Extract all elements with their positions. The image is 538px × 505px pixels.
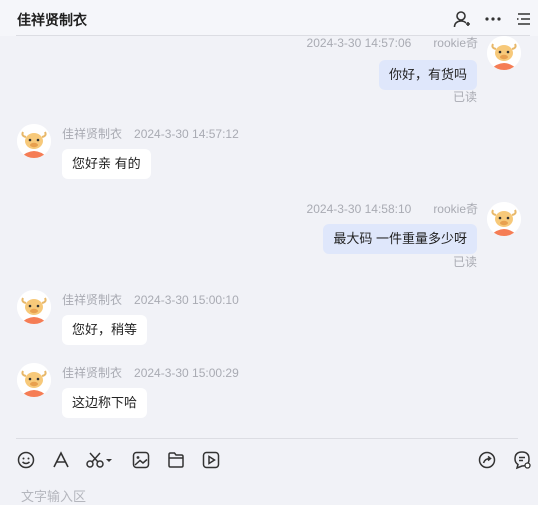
- message-meta: 佳祥贤制衣 2024-3-30 15:00:10: [62, 291, 239, 308]
- user-add-icon[interactable]: [452, 9, 472, 29]
- chat-header: 佳祥贤制衣: [0, 0, 538, 36]
- message-meta: 佳祥贤制衣 2024-3-30 15:00:29: [62, 364, 239, 381]
- avatar[interactable]: [487, 202, 521, 236]
- bull-avatar-icon: [487, 36, 521, 70]
- sender-name: 佳祥贤制衣: [62, 293, 123, 307]
- input-divider: [16, 438, 518, 439]
- read-status: 已读: [452, 90, 477, 104]
- sender-name: rookie奇: [433, 36, 478, 50]
- avatar[interactable]: [17, 363, 51, 397]
- scissors-icon[interactable]: [86, 450, 114, 470]
- bull-avatar-icon: [17, 290, 51, 324]
- message-list[interactable]: 2024-3-30 14:57:06 rookie奇 你好，有货吗 已读 佳祥贤制…: [0, 36, 538, 438]
- avatar[interactable]: [17, 124, 51, 158]
- video-icon[interactable]: [201, 450, 221, 470]
- message-time: 2024-3-30 14:57:12: [134, 127, 239, 141]
- sender-name: 佳祥贤制衣: [62, 366, 123, 380]
- bull-avatar-icon: [17, 124, 51, 158]
- message-bubble[interactable]: 你好，有货吗: [378, 60, 477, 90]
- message-time: 2024-3-30 14:58:10: [306, 202, 412, 216]
- message-bubble[interactable]: 最大码 一件重量多少呀: [323, 224, 477, 254]
- message-input[interactable]: 文字输入区: [21, 486, 86, 505]
- message-bubble[interactable]: 您好亲 有的: [62, 149, 151, 179]
- message-time: 2024-3-30 15:00:10: [134, 293, 239, 307]
- sender-name: rookie奇: [433, 202, 478, 216]
- share-icon[interactable]: [477, 450, 497, 470]
- more-icon[interactable]: [483, 9, 503, 29]
- image-icon[interactable]: [131, 450, 151, 470]
- bull-avatar-icon: [487, 202, 521, 236]
- message-bubble[interactable]: 这边称下哈: [62, 388, 148, 418]
- chat-settings-icon[interactable]: [512, 450, 532, 470]
- message-meta: 2024-3-30 14:57:06 rookie奇: [307, 36, 478, 51]
- font-icon[interactable]: [51, 450, 71, 470]
- message-meta: 佳祥贤制衣 2024-3-30 14:57:12: [62, 125, 239, 142]
- bull-avatar-icon: [17, 363, 51, 397]
- input-toolbar: [0, 446, 538, 474]
- message-time: 2024-3-30 15:00:29: [134, 366, 239, 380]
- emoji-icon[interactable]: [16, 450, 36, 470]
- avatar[interactable]: [17, 290, 51, 324]
- read-status: 已读: [452, 255, 477, 269]
- sender-name: 佳祥贤制衣: [62, 127, 123, 141]
- avatar[interactable]: [487, 36, 521, 70]
- message-time: 2024-3-30 14:57:06: [306, 36, 412, 50]
- message-meta: 2024-3-30 14:58:10 rookie奇: [307, 200, 478, 217]
- file-icon[interactable]: [166, 450, 186, 470]
- list-icon[interactable]: [514, 9, 534, 29]
- message-bubble[interactable]: 您好，稍等: [62, 315, 148, 345]
- chat-title: 佳祥贤制衣: [17, 12, 87, 28]
